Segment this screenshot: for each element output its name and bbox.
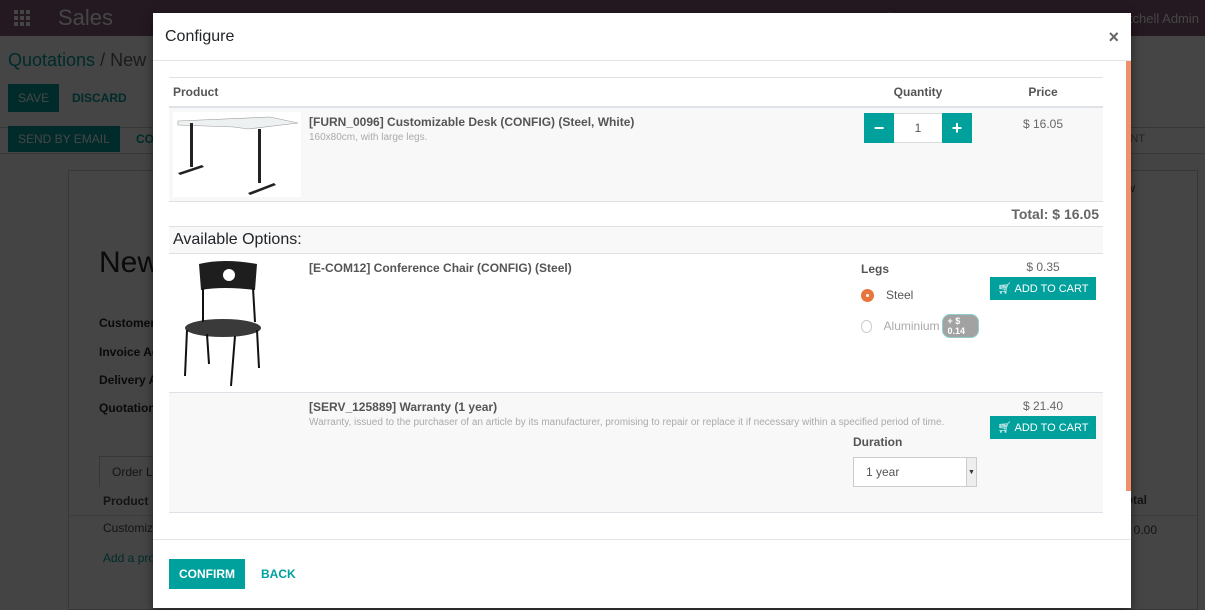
option-row: [E-COM12] Conference Chair (CONFIG) (Ste… — [169, 253, 1103, 393]
configure-dialog: Configure × Product Quantity Price [FURN… — [153, 13, 1131, 608]
main-product-description: 160x80cm, with large legs. — [309, 132, 428, 143]
legs-option-steel[interactable]: Steel — [861, 288, 979, 302]
add-to-cart-label: ADD TO CART — [1014, 421, 1089, 434]
option-name: [SERV_125889] Warranty (1 year) — [309, 400, 498, 414]
add-to-cart-button[interactable]: 🛒︎ ADD TO CART — [989, 416, 1097, 439]
main-product-row: [FURN_0096] Customizable Desk (CONFIG) (… — [169, 107, 1103, 202]
add-to-cart-button[interactable]: 🛒︎ ADD TO CART — [989, 277, 1097, 300]
total-amount: Total: $ 16.05 — [1011, 206, 1099, 222]
radio-unchecked-icon[interactable] — [861, 319, 872, 333]
product-table: Product Quantity Price [FURN_0096] Custo… — [169, 77, 1103, 513]
modal-footer: CONFIRM BACK — [153, 539, 1131, 608]
minus-icon: − — [873, 118, 885, 138]
attribute-legs-label: Legs — [861, 262, 890, 276]
duration-selected-value: 1 year — [866, 465, 900, 479]
duration-select[interactable]: 1 year ▼ — [853, 457, 977, 487]
cart-icon: 🛒︎ — [997, 422, 1012, 434]
cart-icon: 🛒︎ — [997, 283, 1012, 295]
quantity-decrease-button[interactable]: − — [864, 113, 894, 143]
modal-body: Product Quantity Price [FURN_0096] Custo… — [153, 61, 1131, 539]
quantity-input[interactable] — [894, 113, 942, 143]
back-button[interactable]: BACK — [253, 559, 304, 589]
desk-image — [173, 112, 301, 197]
quantity-increase-button[interactable]: + — [942, 113, 972, 143]
option-price: $ 21.40 — [1022, 399, 1064, 413]
price-extra-badge: + $ 0.14 — [941, 314, 979, 338]
close-icon[interactable]: × — [1108, 28, 1119, 46]
option-row: [SERV_125889] Warranty (1 year) Warranty… — [169, 392, 1103, 513]
modal-header: Configure × — [153, 13, 1131, 61]
available-options-heading: Available Options: — [169, 226, 1103, 254]
plus-icon: + — [951, 118, 963, 138]
main-product-price: $ 16.05 — [1022, 117, 1064, 131]
option-name: [E-COM12] Conference Chair (CONFIG) (Ste… — [309, 261, 572, 275]
legs-option-aluminium[interactable]: Aluminium + $ 0.14 — [861, 314, 979, 338]
col-quantity-header: Quantity — [853, 77, 983, 108]
confirm-button[interactable]: CONFIRM — [169, 559, 245, 589]
quantity-stepper: − + — [857, 113, 979, 143]
main-product-name: [FURN_0096] Customizable Desk (CONFIG) (… — [309, 115, 635, 129]
option-description: Warranty, issued to the purchaser of an … — [309, 417, 945, 428]
radio-checked-icon[interactable] — [861, 288, 874, 302]
add-to-cart-label: ADD TO CART — [1014, 282, 1089, 295]
scrollbar[interactable] — [1126, 61, 1131, 491]
chair-image — [173, 258, 263, 386]
col-product-header: Product — [169, 77, 305, 108]
attribute-duration-label: Duration — [853, 435, 903, 449]
col-price-header: Price — [983, 77, 1103, 108]
caret-down-icon: ▼ — [966, 458, 976, 486]
modal-title: Configure — [165, 27, 235, 45]
option-price: $ 0.35 — [1026, 260, 1060, 274]
legs-steel-label: Steel — [886, 288, 914, 302]
legs-aluminium-label: Aluminium — [883, 319, 940, 333]
